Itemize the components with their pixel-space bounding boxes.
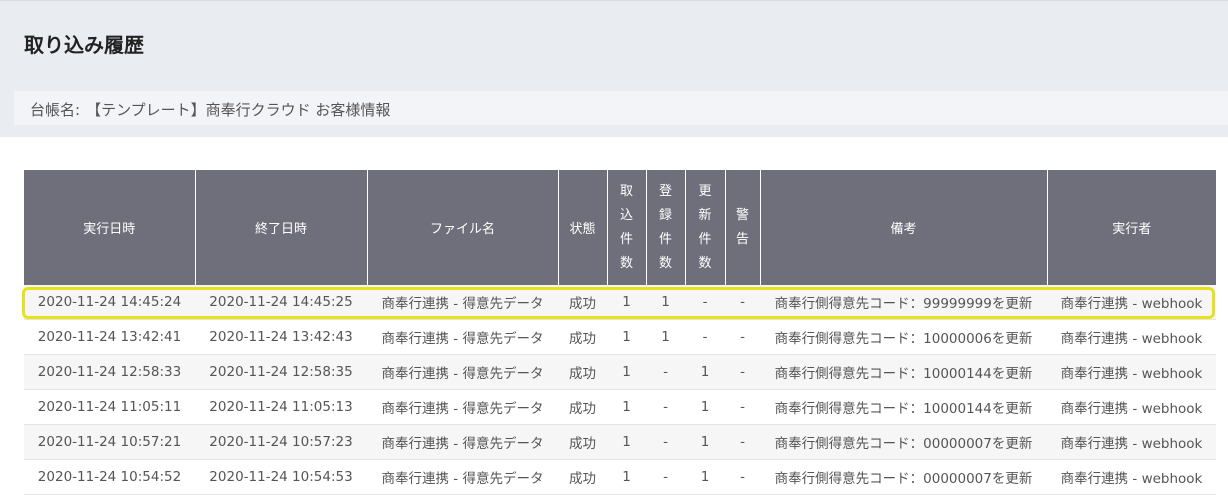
cell-notes: 商奉行側得意先コード：00000007を更新	[760, 459, 1047, 495]
cell-warnings: -	[725, 285, 760, 320]
cell-filename: 商奉行連携 - 得意先データ	[367, 424, 558, 460]
column-header-ended[interactable]: 終了日時	[195, 170, 368, 285]
ledger-name: 【テンプレート】商奉行クラウド お客様情報	[86, 101, 391, 119]
cell-imported: 1	[607, 459, 646, 495]
column-header-registered-label: 登録件数	[658, 183, 672, 271]
column-header-warnings[interactable]: 警告	[725, 170, 761, 285]
cell-imported: 1	[607, 319, 646, 355]
cell-executor: 商奉行連携 - webhook	[1047, 459, 1216, 495]
table-header-row: 実行日時 終了日時 ファイル名 状態 取込件数 登録件数 更新件数 警告 備考 …	[24, 170, 1216, 285]
column-header-started[interactable]: 実行日時	[24, 170, 196, 285]
cell-status: 成功	[558, 285, 607, 320]
cell-started: 2020-11-24 12:58:33	[24, 354, 195, 390]
cell-updated: 1	[685, 459, 725, 495]
cell-executor: 商奉行連携 - webhook	[1047, 354, 1216, 390]
cell-status: 成功	[558, 424, 607, 460]
cell-warnings: -	[725, 459, 760, 495]
cell-ended: 2020-11-24 12:58:35	[195, 354, 367, 390]
table-row[interactable]: 2020-11-24 13:42:41 2020-11-24 13:42:43 …	[24, 319, 1216, 355]
cell-warnings: -	[725, 389, 760, 425]
column-header-filename[interactable]: ファイル名	[367, 170, 559, 285]
cell-notes: 商奉行側得意先コード：10000006を更新	[760, 319, 1047, 355]
page-title: 取り込み履歴	[24, 33, 144, 57]
cell-executor: 商奉行連携 - webhook	[1047, 285, 1216, 320]
cell-started: 2020-11-24 14:45:24	[24, 285, 195, 320]
cell-filename: 商奉行連携 - 得意先データ	[367, 389, 558, 425]
cell-notes: 商奉行側得意先コード：00000007を更新	[760, 424, 1047, 460]
cell-started: 2020-11-24 13:42:41	[24, 319, 195, 355]
cell-executor: 商奉行連携 - webhook	[1047, 389, 1216, 425]
column-header-executor[interactable]: 実行者	[1047, 170, 1216, 285]
cell-registered: -	[646, 389, 685, 425]
cell-started: 2020-11-24 10:54:52	[24, 459, 195, 495]
cell-updated: 1	[685, 424, 725, 460]
cell-notes: 商奉行側得意先コード：99999999を更新	[760, 285, 1047, 320]
column-header-updated-label: 更新件数	[698, 183, 712, 271]
column-header-imported-label: 取込件数	[619, 183, 633, 271]
ledger-label: 台帳名:	[30, 101, 81, 119]
cell-warnings: -	[725, 424, 760, 460]
cell-status: 成功	[558, 319, 607, 355]
table-row[interactable]: 2020-11-24 10:54:52 2020-11-24 10:54:53 …	[24, 459, 1216, 495]
cell-ended: 2020-11-24 10:54:53	[195, 459, 367, 495]
cell-ended: 2020-11-24 10:57:23	[195, 424, 367, 460]
cell-filename: 商奉行連携 - 得意先データ	[367, 459, 558, 495]
cell-filename: 商奉行連携 - 得意先データ	[367, 319, 558, 355]
page-header: 取り込み履歴	[0, 0, 1228, 83]
ledger-info: 台帳名: 【テンプレート】商奉行クラウド お客様情報	[30, 99, 390, 120]
table-row[interactable]: 2020-11-24 11:05:11 2020-11-24 11:05:13 …	[24, 389, 1216, 425]
column-header-imported[interactable]: 取込件数	[607, 170, 647, 285]
cell-executor: 商奉行連携 - webhook	[1047, 319, 1216, 355]
cell-updated: -	[685, 285, 725, 320]
cell-notes: 商奉行側得意先コード：10000144を更新	[760, 354, 1047, 390]
column-header-warnings-label: 警告	[735, 207, 749, 247]
cell-imported: 1	[607, 389, 646, 425]
cell-updated: 1	[685, 389, 725, 425]
cell-started: 2020-11-24 10:57:21	[24, 424, 195, 460]
cell-status: 成功	[558, 459, 607, 495]
column-header-updated[interactable]: 更新件数	[685, 170, 726, 285]
table-row[interactable]: 2020-11-24 14:45:24 2020-11-24 14:45:25 …	[24, 285, 1216, 320]
cell-filename: 商奉行連携 - 得意先データ	[367, 285, 558, 320]
cell-warnings: -	[725, 319, 760, 355]
cell-imported: 1	[607, 285, 646, 320]
column-header-status[interactable]: 状態	[558, 170, 608, 285]
cell-updated: -	[685, 319, 725, 355]
cell-status: 成功	[558, 354, 607, 390]
table-row[interactable]: 2020-11-24 12:58:33 2020-11-24 12:58:35 …	[24, 354, 1216, 390]
cell-filename: 商奉行連携 - 得意先データ	[367, 354, 558, 390]
cell-imported: 1	[607, 354, 646, 390]
cell-registered: 1	[646, 285, 685, 320]
cell-registered: -	[646, 424, 685, 460]
cell-ended: 2020-11-24 14:45:25	[195, 285, 367, 320]
cell-executor: 商奉行連携 - webhook	[1047, 424, 1216, 460]
cell-ended: 2020-11-24 11:05:13	[195, 389, 367, 425]
import-history-table: 実行日時 終了日時 ファイル名 状態 取込件数 登録件数 更新件数 警告 備考 …	[24, 170, 1216, 495]
cell-updated: 1	[685, 354, 725, 390]
cell-status: 成功	[558, 389, 607, 425]
cell-registered: 1	[646, 319, 685, 355]
cell-imported: 1	[607, 424, 646, 460]
cell-notes: 商奉行側得意先コード：10000144を更新	[760, 389, 1047, 425]
cell-started: 2020-11-24 11:05:11	[24, 389, 195, 425]
column-header-notes[interactable]: 備考	[760, 170, 1048, 285]
table-row[interactable]: 2020-11-24 10:57:21 2020-11-24 10:57:23 …	[24, 424, 1216, 460]
cell-warnings: -	[725, 354, 760, 390]
cell-registered: -	[646, 354, 685, 390]
cell-ended: 2020-11-24 13:42:43	[195, 319, 367, 355]
cell-registered: -	[646, 459, 685, 495]
column-header-registered[interactable]: 登録件数	[646, 170, 686, 285]
